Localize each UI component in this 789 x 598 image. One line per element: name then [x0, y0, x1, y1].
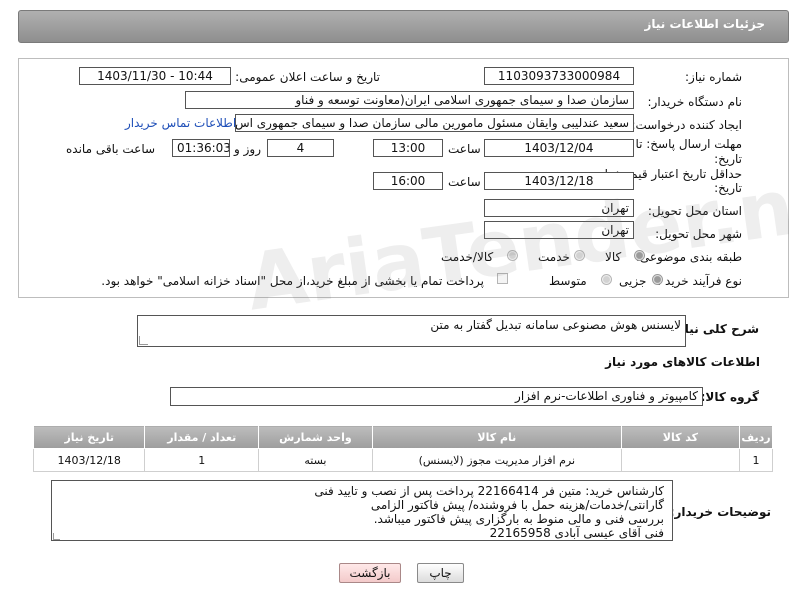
process-label: نوع فرآیند خرید :	[657, 274, 742, 288]
reply-deadline-label: مهلت ارسال پاسخ: تا	[635, 137, 742, 151]
description-field: لایسنس هوش مصنوعی سامانه تبدیل گفتار به …	[137, 315, 686, 347]
creator-label: ایجاد کننده درخواست:	[631, 118, 742, 132]
remaining-label: ساعت باقی مانده	[66, 142, 156, 156]
days-label: روز و	[234, 142, 261, 156]
cell-need-date: 1403/12/18	[32, 448, 146, 472]
need-number-label: شماره نیاز:	[685, 70, 742, 84]
buyer-notes-label: توضیحات خریدار:	[669, 505, 771, 519]
buyer-notes-line: بررسی فنی و مالی منوط به بارگزاری پیش فا…	[373, 512, 664, 526]
buyer-notes-line: گارانتی/خدمات/هزینه حمل با فروشنده/ پیش …	[370, 498, 664, 512]
goods-group-field: کامپیوتر و فناوری اطلاعات-نرم افزار	[170, 387, 703, 406]
reply-time-field: 13:00	[373, 139, 443, 157]
goods-section-title: اطلاعات کالاهای مورد نیاز	[605, 355, 760, 369]
cell-unit: بسته	[258, 448, 373, 472]
buyer-notes-line: فنی آقای عیسی آبادی 22165958	[489, 526, 664, 540]
table-row[interactable]: 1403/12/18 1 بسته نرم افزار مدیریت مجوز …	[32, 448, 774, 472]
col-row: ردیف	[738, 425, 774, 449]
items-table: تاریخ نیاز تعداد / مقدار واحد شمارش نام …	[32, 425, 774, 472]
page-title: جزئیات اطلاعات نیاز	[644, 17, 765, 31]
resize-grip-icon[interactable]	[53, 533, 60, 540]
need-number-field: 1103093733000984	[484, 67, 634, 85]
col-unit: واحد شمارش	[258, 425, 373, 449]
buyer-notes-line: کارشناس خرید: متین فر 22166414 پرداخت پس…	[314, 484, 664, 498]
process-radio-minor[interactable]	[652, 274, 663, 285]
days-field: 4	[267, 139, 334, 157]
validity-time-label: ساعت	[448, 175, 481, 189]
announce-field: 1403/11/30 - 10:44	[79, 67, 231, 85]
creator-field: سعید عندلیبی وایقان مسئول مامورین مالی س…	[235, 114, 634, 132]
buyer-notes-field: کارشناس خرید: متین فر 22166414 پرداخت پس…	[51, 480, 673, 541]
cell-goods-code	[620, 448, 740, 472]
reply-deadline-label-2: تاریخ:	[714, 152, 742, 166]
col-goods-name: نام کالا	[371, 425, 622, 449]
reply-date-field: 1403/12/04	[484, 139, 634, 157]
cell-goods-name: نرم افزار مدیریت مجوز (لایسنس)	[371, 448, 622, 472]
validity-time-field: 16:00	[373, 172, 443, 190]
buyer-org-field: سازمان صدا و سیمای جمهوری اسلامی ایران(م…	[185, 91, 634, 109]
buyer-contact-link[interactable]: اطلاعات تماس خریدار	[125, 116, 236, 130]
col-need-date: تاریخ نیاز	[32, 425, 146, 449]
reply-time-label: ساعت	[448, 142, 481, 156]
col-quantity: تعداد / مقدار	[144, 425, 260, 449]
cell-quantity: 1	[144, 448, 260, 472]
cell-row: 1	[738, 448, 774, 472]
col-goods-code: کد کالا	[620, 425, 740, 449]
goods-group-label: گروه کالا:	[700, 390, 759, 404]
resize-grip-icon[interactable]	[139, 336, 148, 345]
print-button[interactable]: چاپ	[417, 563, 464, 583]
table-header-row: تاریخ نیاز تعداد / مقدار واحد شمارش نام …	[32, 425, 774, 449]
buyer-org-label: نام دستگاه خریدار:	[647, 95, 743, 109]
remaining-time-field: 01:36:03	[172, 139, 230, 157]
announce-label: تاریخ و ساعت اعلان عمومی:	[235, 70, 380, 84]
back-button[interactable]: بازگشت	[339, 563, 401, 583]
